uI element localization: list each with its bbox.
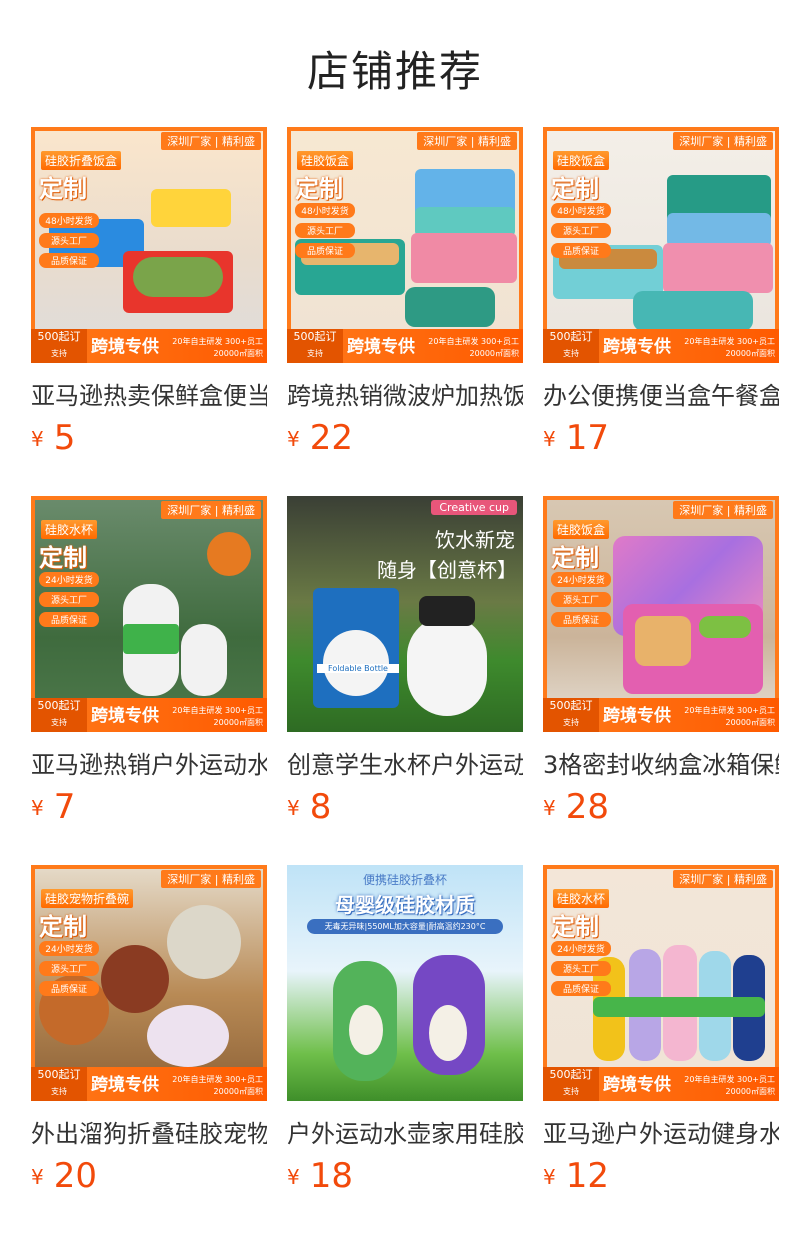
page-title: 店铺推荐 <box>306 47 483 96</box>
product-name[interactable]: 创意学生水杯户外运动 <box>287 745 523 779</box>
product-image[interactable]: 深圳厂家 | 精利盛 硅胶饭盒 定制 48小时发货 源头工厂 品质保证 500起… <box>287 127 523 363</box>
product-price: ¥8 <box>287 787 332 827</box>
product-name[interactable]: 亚马逊热卖保鲜盒便当盒 <box>31 376 267 410</box>
product-image[interactable]: 深圳厂家 | 精利盛 硅胶饭盒 定制 48小时发货 源头工厂 品质保证 500起… <box>543 127 779 363</box>
bottle-cap <box>419 596 475 626</box>
product-image[interactable]: Creative cup 饮水新宠 随身【创意杯】 Foldable Bottl… <box>287 496 523 732</box>
product-price: ¥7 <box>31 787 76 827</box>
product-name[interactable]: 3格密封收纳盒冰箱保鲜 <box>543 745 779 779</box>
dino-belly <box>429 1005 467 1061</box>
product-price: ¥17 <box>543 418 609 458</box>
product-name[interactable]: 亚马逊户外运动健身水杯 <box>543 1114 779 1148</box>
product-image[interactable]: 便携硅胶折叠杯 母婴级硅胶材质 无毒无异味|550ML加大容量|耐高温约230°… <box>287 865 523 1101</box>
soccer-bottle <box>407 616 487 716</box>
product-name[interactable]: 跨境热销微波炉加热饭盒 <box>287 376 523 410</box>
dino-belly <box>349 1005 383 1055</box>
product-image[interactable]: 深圳厂家 | 精利盛 硅胶宠物折叠碗 定制 24小时发货 源头工厂 品质保证 5… <box>31 865 267 1101</box>
product-name[interactable]: 外出溜狗折叠硅胶宠物碗 <box>31 1114 267 1148</box>
product-name[interactable]: 户外运动水壶家用硅胶 <box>287 1114 523 1148</box>
product-price: ¥12 <box>543 1156 609 1196</box>
ball-graphic <box>323 630 389 696</box>
product-image[interactable]: 深圳厂家 | 精利盛 硅胶水杯 定制 24小时发货 源头工厂 品质保证 500起… <box>543 865 779 1101</box>
product-price: ¥28 <box>543 787 609 827</box>
product-image[interactable]: 深圳厂家 | 精利盛 硅胶饭盒 定制 24小时发货 源头工厂 品质保证 500起… <box>543 496 779 732</box>
product-price: ¥5 <box>31 418 76 458</box>
product-price: ¥22 <box>287 418 353 458</box>
product-price: ¥20 <box>31 1156 97 1196</box>
product-price: ¥18 <box>287 1156 353 1196</box>
product-name[interactable]: 亚马逊热销户外运动水杯 <box>31 745 267 779</box>
product-image[interactable]: 深圳厂家 | 精利盛 硅胶水杯 定制 24小时发货 源头工厂 品质保证 500起… <box>31 496 267 732</box>
product-image[interactable]: 深圳厂家 | 精利盛 硅胶折叠饭盒 定制 48小时发货 源头工厂 品质保证 50… <box>31 127 267 363</box>
product-name[interactable]: 办公便携便当盒午餐盒 <box>543 376 779 410</box>
